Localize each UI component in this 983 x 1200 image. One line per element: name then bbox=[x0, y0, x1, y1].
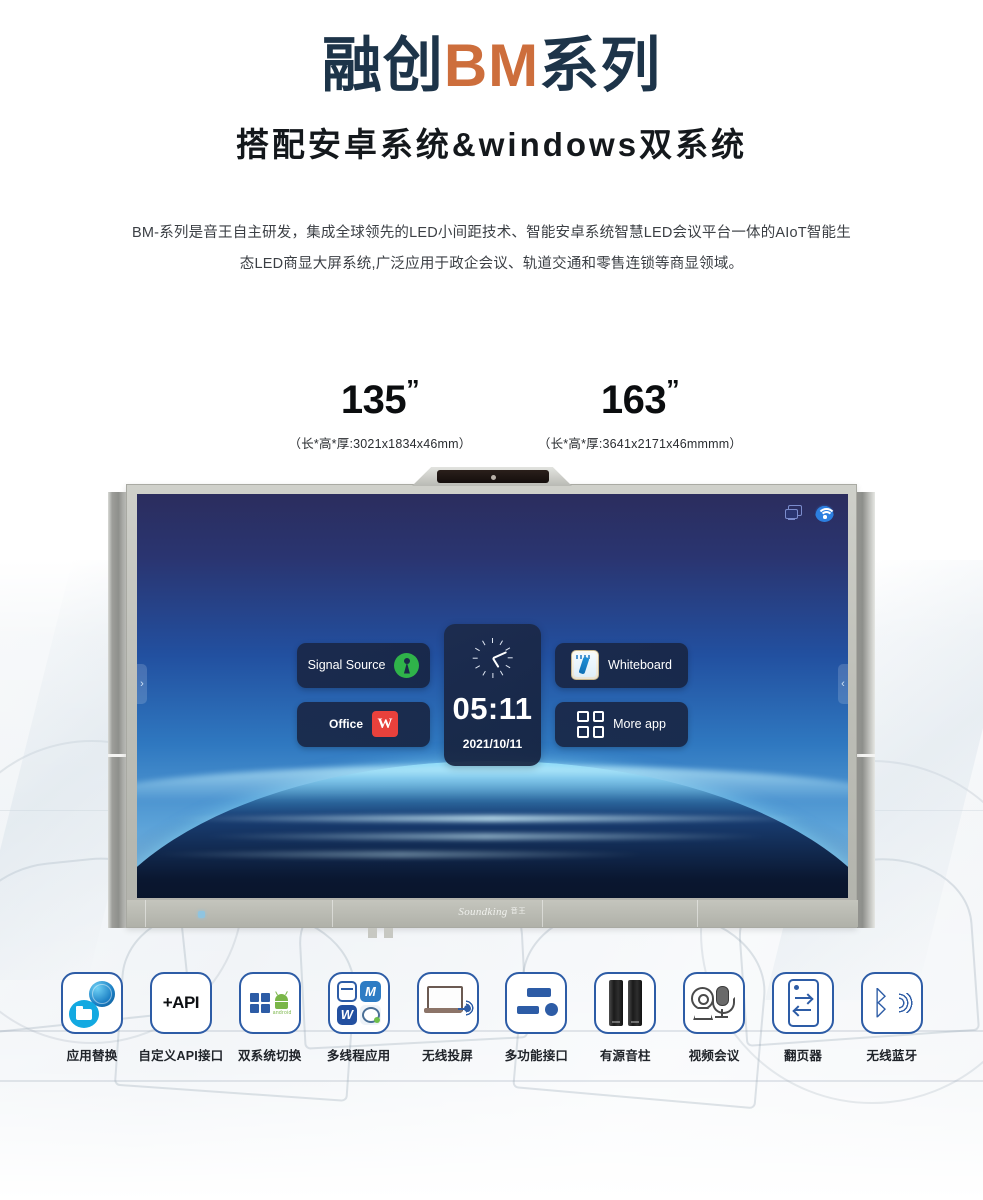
tile-signal-source-label: Signal Source bbox=[307, 658, 386, 672]
api-icon: +API bbox=[149, 972, 212, 1034]
size-inches-135: 135 bbox=[340, 378, 407, 422]
brand-name: Soundking bbox=[458, 906, 508, 918]
feature-multithread[interactable]: M W 多线程应用 bbox=[319, 972, 399, 1064]
size-option-163: 163” （长*高*厚:3641x2171x46mmmm） bbox=[520, 376, 760, 452]
display-screen: Signal Source Office W 05:11 2021/10/11 … bbox=[137, 494, 848, 898]
bottom-control-strip: Soundking 音王 bbox=[127, 900, 858, 927]
tile-office-label: Office bbox=[328, 717, 363, 731]
size-options: 135” （长*高*厚:3021x1834x46mm） 163” （长*高*厚:… bbox=[0, 376, 983, 460]
display-product-image: Signal Source Office W 05:11 2021/10/11 … bbox=[108, 467, 875, 938]
page-title-prefix: 融创 bbox=[321, 32, 444, 99]
feature-label: 有源音柱 bbox=[599, 1049, 651, 1063]
feature-multifunction-port[interactable]: 多功能接口 bbox=[496, 972, 576, 1064]
feature-label: 双系统切换 bbox=[237, 1049, 302, 1063]
feature-page-turner[interactable]: 翻页器 bbox=[763, 972, 843, 1064]
feature-label: 无线蓝牙 bbox=[866, 1049, 918, 1063]
feature-label: 应用替换 bbox=[66, 1049, 118, 1063]
brand-logo: Soundking 音王 bbox=[127, 906, 858, 918]
wireless-cast-icon bbox=[416, 972, 479, 1034]
screen-cast-icon[interactable] bbox=[785, 505, 802, 520]
windows-icon bbox=[249, 993, 270, 1013]
feature-app-replace[interactable]: 应用替换 bbox=[52, 972, 132, 1064]
clock-date: 2021/10/11 bbox=[462, 736, 523, 751]
feature-wireless-cast[interactable]: 无线投屏 bbox=[408, 972, 488, 1064]
tile-office[interactable]: Office W bbox=[297, 701, 430, 747]
tile-more-app[interactable]: More app bbox=[555, 701, 688, 747]
feature-active-speaker[interactable]: 有源音柱 bbox=[585, 972, 665, 1064]
page-description: BM-系列是音王自主研发，集成全球领先的LED小间距技术、智能安卓系统智慧LED… bbox=[132, 225, 851, 272]
dual-system-icon: android bbox=[238, 972, 301, 1034]
wps-office-icon: W bbox=[372, 711, 398, 737]
note-app-icon bbox=[336, 981, 358, 1002]
app-replace-icon bbox=[61, 972, 123, 1034]
display-bezel: Signal Source Office W 05:11 2021/10/11 … bbox=[126, 467, 858, 928]
screen-side-tab-right[interactable]: ‹ bbox=[838, 664, 848, 704]
page-title-accent: BM bbox=[443, 32, 540, 99]
clock-widget[interactable]: 05:11 2021/10/11 bbox=[444, 623, 541, 766]
page-title: 融创BM系列 bbox=[0, 36, 983, 96]
tile-more-app-label: More app bbox=[613, 717, 666, 731]
page-title-suffix: 系列 bbox=[539, 32, 662, 99]
feature-label: 自定义API接口 bbox=[138, 1049, 224, 1063]
api-text: +API bbox=[162, 993, 200, 1012]
feature-dual-system[interactable]: android 双系统切换 bbox=[230, 972, 310, 1064]
size-option-135: 135” （长*高*厚:3021x1834x46mm） bbox=[260, 376, 500, 452]
launcher-column-right: Whiteboard More app bbox=[555, 642, 688, 747]
active-speaker-icon bbox=[594, 972, 657, 1034]
signal-source-icon bbox=[394, 652, 420, 678]
whiteboard-icon bbox=[571, 650, 600, 680]
chat-app-icon bbox=[360, 1004, 381, 1025]
w-app-icon: W bbox=[336, 1004, 358, 1025]
page-turner-icon bbox=[772, 972, 834, 1034]
screen-side-tab-left[interactable]: › bbox=[137, 664, 147, 704]
feature-video-conference[interactable]: 视频会议 bbox=[674, 972, 754, 1064]
size-dimensions-135: （长*高*厚:3021x1834x46mm） bbox=[288, 437, 472, 451]
tile-signal-source[interactable]: Signal Source bbox=[297, 642, 430, 688]
feature-label: 多线程应用 bbox=[326, 1049, 391, 1063]
bluetooth-icon: ᛒ bbox=[860, 972, 923, 1034]
android-icon: android bbox=[272, 991, 292, 1016]
size-dimensions-163: （长*高*厚:3641x2171x46mmmm） bbox=[537, 437, 743, 451]
multithread-icon: M W bbox=[327, 972, 390, 1034]
analog-clock-icon bbox=[472, 637, 513, 678]
camera-lens-icon bbox=[491, 475, 496, 480]
tile-whiteboard-label: Whiteboard bbox=[608, 658, 672, 672]
size-unit-135: ” bbox=[406, 374, 420, 405]
feature-list: 应用替换 +API 自定义API接口 android 双系统切换 M W 多线程… bbox=[52, 972, 932, 1082]
page-subtitle: 搭配安卓系统&windows双系统 bbox=[235, 126, 748, 163]
m-app-icon: M bbox=[360, 981, 381, 1002]
feature-label: 视频会议 bbox=[688, 1049, 740, 1063]
bluetooth-glyph: ᛒ bbox=[870, 983, 891, 1022]
status-bar bbox=[785, 503, 836, 522]
display-foot-left bbox=[368, 928, 377, 938]
android-wordmark: android bbox=[272, 1010, 292, 1016]
brand-name-cn: 音王 bbox=[510, 908, 527, 915]
video-conference-icon bbox=[683, 972, 746, 1034]
launcher-column-left: Signal Source Office W bbox=[297, 642, 430, 747]
feature-label: 翻页器 bbox=[783, 1049, 823, 1063]
feature-label: 多功能接口 bbox=[504, 1049, 569, 1063]
wifi-icon[interactable] bbox=[815, 503, 836, 522]
wallpaper-earth-horizon bbox=[137, 761, 848, 898]
multifunction-port-icon bbox=[505, 972, 568, 1034]
grid-apps-icon bbox=[577, 710, 605, 738]
launcher: Signal Source Office W 05:11 2021/10/11 … bbox=[137, 612, 848, 777]
feature-bluetooth[interactable]: ᛒ 无线蓝牙 bbox=[852, 972, 932, 1064]
feature-label: 无线投屏 bbox=[422, 1049, 473, 1063]
size-unit-163: ” bbox=[666, 374, 680, 405]
tile-whiteboard[interactable]: Whiteboard bbox=[555, 642, 688, 688]
size-inches-163: 163 bbox=[600, 378, 667, 422]
display-foot-right bbox=[384, 928, 393, 938]
clock-time: 05:11 bbox=[452, 690, 533, 726]
feature-custom-api[interactable]: +API 自定义API接口 bbox=[138, 972, 224, 1064]
